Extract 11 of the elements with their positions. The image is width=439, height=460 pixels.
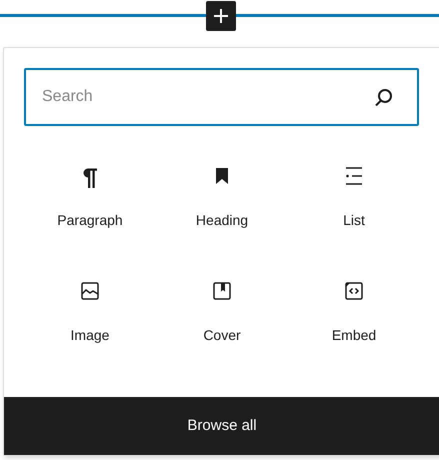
block-item[interactable]: Embed — [288, 261, 420, 361]
search-icon — [375, 89, 392, 106]
block-item[interactable]: Paragraph — [24, 146, 156, 246]
add-block-button[interactable] — [206, 1, 236, 31]
plus-icon — [212, 7, 230, 25]
block-item[interactable]: Heading — [156, 146, 288, 246]
block-item[interactable]: List — [288, 146, 420, 246]
block-item[interactable]: Cover — [156, 261, 288, 361]
block-item[interactable]: Image — [24, 261, 156, 361]
search-field[interactable]: Search — [24, 68, 419, 126]
browse-all-button[interactable]: Browse all — [4, 397, 439, 455]
